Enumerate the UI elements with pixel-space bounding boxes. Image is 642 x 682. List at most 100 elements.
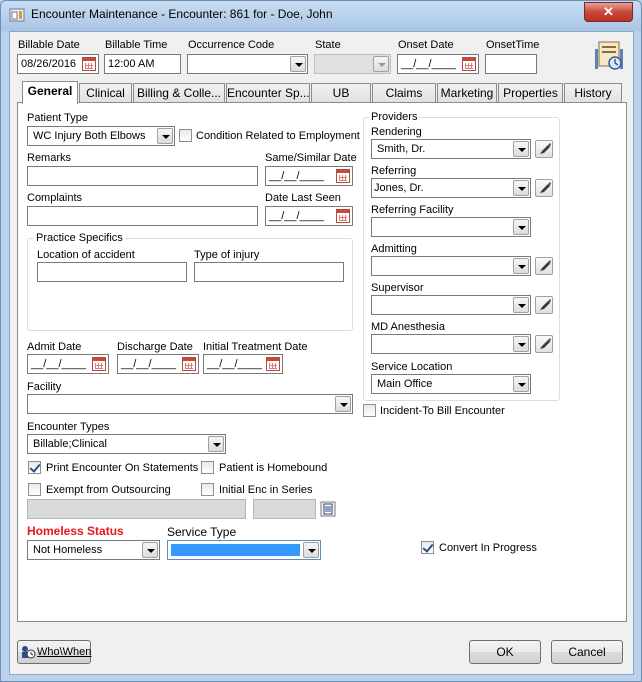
calendar-icon[interactable] bbox=[82, 57, 96, 71]
rendering-select[interactable]: Smith, Dr. bbox=[371, 139, 531, 159]
chevron-down-icon[interactable] bbox=[157, 128, 173, 144]
service-type-select[interactable] bbox=[167, 540, 321, 560]
onset-date-label: Onset Date bbox=[398, 39, 454, 51]
location-of-accident-field[interactable] bbox=[37, 262, 187, 282]
patient-type-label: Patient Type bbox=[27, 112, 88, 124]
practice-specifics-label: Practice Specifics bbox=[34, 232, 125, 244]
homeless-status-label: Homeless Status bbox=[27, 524, 124, 538]
admitting-edit-button[interactable] bbox=[535, 257, 553, 275]
onset-time-field[interactable] bbox=[485, 54, 537, 74]
who-when-button[interactable]: Who\When bbox=[17, 640, 91, 664]
patient-homebound-checkbox[interactable] bbox=[201, 461, 214, 474]
calendar-icon[interactable] bbox=[92, 357, 106, 371]
referring-value: Jones, Dr. bbox=[374, 182, 424, 194]
tab-history[interactable]: History bbox=[564, 83, 622, 103]
referring-label: Referring bbox=[371, 165, 417, 177]
remarks-field[interactable] bbox=[27, 166, 258, 186]
chevron-down-icon[interactable] bbox=[513, 376, 529, 392]
chevron-down-icon[interactable] bbox=[513, 297, 529, 313]
lookup-icon[interactable] bbox=[320, 501, 336, 517]
calendar-icon[interactable] bbox=[336, 169, 350, 183]
type-of-injury-field[interactable] bbox=[194, 262, 344, 282]
pen-icon bbox=[540, 260, 551, 271]
window-close-button[interactable]: ✕ bbox=[584, 2, 633, 22]
calendar-icon[interactable] bbox=[462, 57, 476, 71]
ok-button[interactable]: OK bbox=[469, 640, 541, 664]
patient-type-select[interactable]: WC Injury Both Elbows bbox=[27, 126, 175, 146]
same-similar-date-field[interactable]: __/__/____ bbox=[265, 166, 353, 186]
convert-in-progress-checkbox[interactable] bbox=[421, 541, 434, 554]
referring-edit-button[interactable] bbox=[535, 179, 553, 197]
chevron-down-icon[interactable] bbox=[513, 180, 529, 196]
discharge-date-field[interactable]: __/__/____ bbox=[117, 354, 199, 374]
occurrence-code-label: Occurrence Code bbox=[188, 39, 275, 51]
billable-time-label: Billable Time bbox=[105, 39, 168, 51]
supervisor-edit-button[interactable] bbox=[535, 296, 553, 314]
date-last-seen-field[interactable]: __/__/____ bbox=[265, 206, 353, 226]
admitting-label: Admitting bbox=[371, 243, 417, 255]
title-bar[interactable]: Encounter Maintenance - Encounter: 861 f… bbox=[1, 1, 641, 29]
incident-to-label: Incident-To Bill Encounter bbox=[380, 405, 505, 417]
md-anesthesia-select[interactable] bbox=[371, 334, 531, 354]
chevron-down-icon[interactable] bbox=[303, 542, 319, 558]
outsourcing-field bbox=[27, 499, 246, 519]
condition-related-checkbox[interactable] bbox=[179, 129, 192, 142]
calendar-icon[interactable] bbox=[266, 357, 280, 371]
incident-to-checkbox[interactable] bbox=[363, 404, 376, 417]
onset-date-field[interactable]: __/__/____ bbox=[397, 54, 479, 74]
remarks-label: Remarks bbox=[27, 152, 72, 164]
md-anesthesia-edit-button[interactable] bbox=[535, 335, 553, 353]
tab-billing-collections[interactable]: Billing & Colle... bbox=[133, 83, 225, 103]
tab-clinical[interactable]: Clinical bbox=[79, 83, 132, 103]
billable-date-field[interactable]: 08/26/2016 bbox=[17, 54, 99, 74]
chevron-down-icon[interactable] bbox=[513, 141, 529, 157]
pen-icon bbox=[540, 143, 551, 154]
exempt-outsourcing-checkbox[interactable] bbox=[28, 483, 41, 496]
cancel-button[interactable]: Cancel bbox=[551, 640, 623, 664]
pen-icon bbox=[540, 299, 551, 310]
chevron-down-icon[interactable] bbox=[208, 436, 224, 452]
tab-claims[interactable]: Claims bbox=[372, 83, 436, 103]
pen-icon bbox=[540, 338, 551, 349]
exempt-outsourcing-label: Exempt from Outsourcing bbox=[46, 484, 171, 496]
billable-time-field[interactable]: 12:00 AM bbox=[104, 54, 181, 74]
rendering-label: Rendering bbox=[371, 126, 422, 138]
chevron-down-icon[interactable] bbox=[290, 56, 306, 72]
chevron-down-icon[interactable] bbox=[335, 396, 351, 412]
tab-general[interactable]: General bbox=[22, 81, 78, 104]
homeless-status-select[interactable]: Not Homeless bbox=[27, 540, 160, 560]
chevron-down-icon[interactable] bbox=[513, 336, 529, 352]
referring-facility-select[interactable] bbox=[371, 217, 531, 237]
complaints-label: Complaints bbox=[27, 192, 83, 204]
tab-ub[interactable]: UB bbox=[311, 83, 371, 103]
supervisor-select[interactable] bbox=[371, 295, 531, 315]
encounter-tools-icon[interactable] bbox=[593, 39, 627, 73]
initial-enc-checkbox[interactable] bbox=[201, 483, 214, 496]
chevron-down-icon[interactable] bbox=[142, 542, 158, 558]
admit-date-field[interactable]: __/__/____ bbox=[27, 354, 109, 374]
encounter-types-value: Billable;Clinical bbox=[33, 438, 107, 450]
complaints-field[interactable] bbox=[27, 206, 258, 226]
referring-facility-label: Referring Facility bbox=[371, 204, 454, 216]
admitting-select[interactable] bbox=[371, 256, 531, 276]
calendar-icon[interactable] bbox=[182, 357, 196, 371]
tab-properties[interactable]: Properties bbox=[498, 83, 563, 103]
initial-treatment-date-field[interactable]: __/__/____ bbox=[203, 354, 283, 374]
initial-treatment-date-value: __/__/____ bbox=[207, 358, 263, 370]
tab-marketing[interactable]: Marketing bbox=[437, 83, 497, 103]
referring-select[interactable]: Jones, Dr. bbox=[371, 178, 531, 198]
chevron-down-icon[interactable] bbox=[513, 219, 529, 235]
print-encounter-checkbox[interactable] bbox=[28, 461, 41, 474]
rendering-edit-button[interactable] bbox=[535, 140, 553, 158]
who-when-label: Who\When bbox=[37, 646, 92, 658]
chevron-down-icon[interactable] bbox=[513, 258, 529, 274]
service-location-select[interactable]: Main Office bbox=[371, 374, 531, 394]
calendar-icon[interactable] bbox=[336, 209, 350, 223]
tab-strip: General Clinical Billing & Colle... Enco… bbox=[17, 81, 627, 104]
admit-date-label: Admit Date bbox=[27, 341, 82, 353]
encounter-types-select[interactable]: Billable;Clinical bbox=[27, 434, 226, 454]
facility-select[interactable] bbox=[27, 394, 353, 414]
occurrence-code-select[interactable] bbox=[187, 54, 308, 74]
condition-related-label: Condition Related to Employment bbox=[196, 130, 360, 142]
tab-encounter-specifics[interactable]: Encounter Sp... bbox=[226, 83, 310, 103]
